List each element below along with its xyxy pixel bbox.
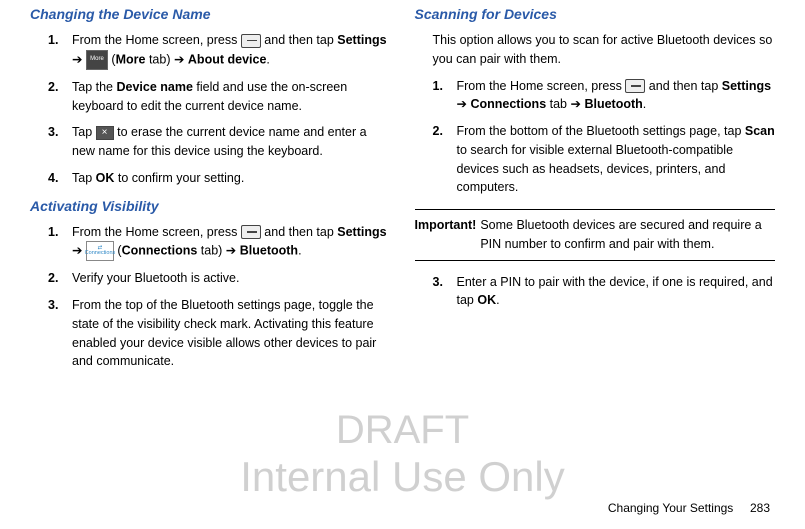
footer-section: Changing Your Settings — [608, 501, 733, 515]
home-icon — [625, 79, 645, 93]
step-number: 4. — [48, 169, 72, 188]
step-text: From the Home screen, press and then tap… — [72, 223, 391, 262]
more-tab-icon: More — [86, 50, 108, 70]
section-intro: This option allows you to scan for activ… — [415, 31, 776, 69]
step-item: 2. Tap the Device name field and use the… — [48, 78, 391, 116]
steps-scanning-cont: 3. Enter a PIN to pair with the device, … — [415, 273, 776, 311]
step-item: 2. From the bottom of the Bluetooth sett… — [433, 122, 776, 197]
step-number: 2. — [433, 122, 457, 197]
step-text: From the Home screen, press and then tap… — [457, 77, 776, 115]
step-item: 2. Verify your Bluetooth is active. — [48, 269, 391, 288]
step-text: From the top of the Bluetooth settings p… — [72, 296, 391, 371]
section-heading-change-name: Changing the Device Name — [30, 4, 391, 25]
step-item: 3. Enter a PIN to pair with the device, … — [433, 273, 776, 311]
steps-scanning: 1. From the Home screen, press and then … — [415, 77, 776, 198]
step-item: 1. From the Home screen, press and then … — [48, 223, 391, 262]
step-number: 3. — [48, 296, 72, 371]
step-text: Tap to erase the current device name and… — [72, 123, 391, 161]
steps-change-name: 1. From the Home screen, press and then … — [30, 31, 391, 188]
important-note: Important! Some Bluetooth devices are se… — [415, 209, 776, 261]
step-item: 4. Tap OK to confirm your setting. — [48, 169, 391, 188]
step-number: 3. — [433, 273, 457, 311]
step-number: 2. — [48, 78, 72, 116]
step-number: 1. — [433, 77, 457, 115]
step-number: 3. — [48, 123, 72, 161]
step-number: 2. — [48, 269, 72, 288]
footer-page-number: 283 — [750, 501, 770, 515]
section-heading-scanning: Scanning for Devices — [415, 4, 776, 25]
step-item: 3. From the top of the Bluetooth setting… — [48, 296, 391, 371]
step-text: Tap OK to confirm your setting. — [72, 169, 391, 188]
step-text: Tap the Device name field and use the on… — [72, 78, 391, 116]
home-icon — [241, 34, 261, 48]
step-text: From the Home screen, press and then tap… — [72, 31, 391, 70]
step-text: Verify your Bluetooth is active. — [72, 269, 391, 288]
step-number: 1. — [48, 31, 72, 70]
page-footer: Changing Your Settings 283 — [608, 499, 770, 517]
watermark-draft: DRAFT — [0, 400, 805, 460]
section-heading-visibility: Activating Visibility — [30, 196, 391, 217]
step-item: 3. Tap to erase the current device name … — [48, 123, 391, 161]
important-text: Some Bluetooth devices are secured and r… — [480, 216, 775, 254]
step-item: 1. From the Home screen, press and then … — [48, 31, 391, 70]
step-number: 1. — [48, 223, 72, 262]
connections-tab-icon: ⇄Connections — [86, 241, 114, 261]
important-label: Important! — [415, 216, 477, 254]
step-text: From the bottom of the Bluetooth setting… — [457, 122, 776, 197]
erase-icon — [96, 126, 114, 140]
home-icon — [241, 225, 261, 239]
steps-visibility: 1. From the Home screen, press and then … — [30, 223, 391, 372]
step-text: Enter a PIN to pair with the device, if … — [457, 273, 776, 311]
step-item: 1. From the Home screen, press and then … — [433, 77, 776, 115]
